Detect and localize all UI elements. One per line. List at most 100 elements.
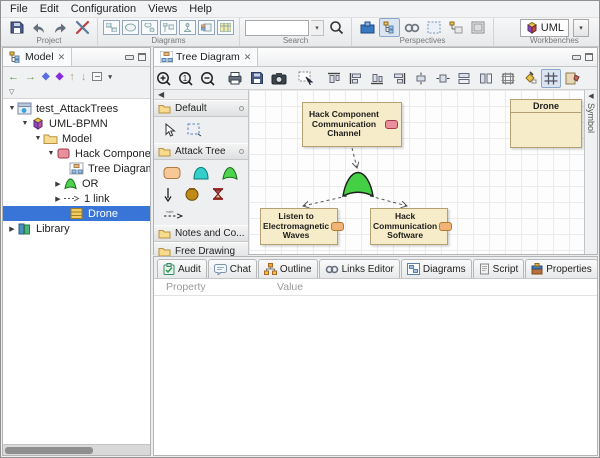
node-leaf-hack-software[interactable]: Hack Communication Software — [370, 208, 448, 245]
screenshot-icon[interactable] — [269, 69, 290, 88]
nav-back-icon[interactable]: ← — [8, 71, 19, 83]
align-bottom-icon[interactable] — [367, 69, 388, 88]
node-drone-block[interactable]: Drone — [510, 99, 582, 148]
workbench-selector[interactable]: UML — [520, 19, 569, 37]
new-statemachine-diagram-icon[interactable] — [179, 20, 196, 35]
tab-audit[interactable]: Audit — [157, 259, 207, 278]
arrow-link-tool[interactable] — [163, 187, 173, 202]
tree-item-library[interactable]: ▶ Library — [3, 221, 150, 236]
grid-toggle-icon[interactable] — [541, 69, 562, 88]
new-activity-diagram-icon[interactable] — [141, 20, 158, 35]
editor-maximize-icon[interactable] — [585, 53, 593, 61]
tree-item-tree-diagram[interactable]: Tree Diagram — [3, 161, 150, 176]
tree-item-model-folder[interactable]: ▼ Model — [3, 131, 150, 146]
print-icon[interactable] — [225, 69, 246, 88]
perspective-window-icon[interactable] — [468, 19, 488, 37]
perspective-project-icon[interactable] — [357, 19, 377, 37]
palette-collapse-bar[interactable]: ◀ — [154, 90, 248, 100]
menu-file[interactable]: File — [4, 2, 34, 16]
new-class-diagram-icon[interactable] — [103, 20, 120, 35]
search-icon[interactable] — [326, 19, 346, 37]
new-table-diagram-icon[interactable] — [217, 20, 234, 35]
diagram-canvas[interactable]: Hack Component Communication Channel Dro… — [249, 90, 584, 254]
properties-table-body[interactable] — [154, 296, 597, 455]
expander-icon[interactable]: ▼ — [33, 135, 43, 142]
dashed-link-tool[interactable]: «at» — [163, 209, 183, 219]
search-dropdown-icon[interactable]: ▾ — [311, 20, 324, 36]
perspective-outline-grid-icon[interactable] — [446, 19, 466, 37]
palette-section-attack-tree[interactable]: Attack Tree — [154, 143, 248, 160]
expander-icon[interactable]: ▶ — [53, 180, 63, 188]
node-root-attack[interactable]: Hack Component Communication Channel — [302, 102, 402, 147]
menu-configuration[interactable]: Configuration — [65, 2, 142, 16]
zoom-out-icon[interactable] — [198, 69, 219, 88]
align-top-icon[interactable] — [324, 69, 345, 88]
zoom-in-icon[interactable] — [154, 69, 175, 88]
undo-icon[interactable] — [28, 19, 48, 37]
save-diagram-icon[interactable] — [247, 69, 268, 88]
palette-section-default[interactable]: Default — [154, 100, 248, 117]
node-leaf-listen[interactable]: Listen to Electromagnetic Waves — [260, 208, 338, 245]
symbol-strip[interactable]: ◀ Symbol — [584, 90, 597, 254]
tab-model-close-icon[interactable]: ✕ — [58, 52, 66, 63]
palette-section-notes[interactable]: Notes and Co... — [154, 225, 248, 242]
tab-outline[interactable]: Outline — [258, 259, 318, 278]
selection-tool-icon[interactable] — [296, 69, 317, 88]
workbench-dropdown-icon[interactable]: ▾ — [573, 19, 589, 37]
tab-model[interactable]: Model ✕ — [3, 48, 72, 66]
section-pin-icon[interactable] — [239, 149, 244, 154]
or-gate-tool[interactable] — [221, 166, 239, 180]
perspective-links-icon[interactable] — [402, 19, 422, 37]
new-component-diagram-icon[interactable] — [198, 20, 215, 35]
sequence-node-tool[interactable] — [184, 187, 200, 202]
expander-icon[interactable]: ▶ — [7, 225, 17, 233]
minimize-icon[interactable] — [125, 55, 134, 60]
diagram-properties-icon[interactable] — [562, 69, 583, 88]
tab-links-editor[interactable]: Links Editor — [319, 259, 400, 278]
distribute-horizontal-icon[interactable] — [432, 69, 453, 88]
menu-help[interactable]: Help — [183, 2, 218, 16]
collapse-all-icon[interactable] — [92, 72, 102, 81]
tab-chat[interactable]: Chat — [208, 259, 257, 278]
tab-properties[interactable]: Properties — [525, 259, 598, 278]
align-right-icon[interactable] — [389, 69, 410, 88]
collapse-left-icon[interactable]: ◀ — [158, 90, 164, 99]
tab-tree-diagram-close-icon[interactable]: ✕ — [244, 52, 252, 63]
view-menu-icon[interactable]: ▾ — [108, 73, 112, 81]
node-or-gate[interactable] — [340, 170, 376, 198]
tab-script[interactable]: Script — [473, 259, 525, 278]
collapse-left-icon[interactable]: ◀ — [588, 92, 593, 100]
nav-down-icon[interactable]: ↓ — [81, 71, 87, 83]
expander-icon[interactable]: ▼ — [20, 120, 30, 127]
expander-icon[interactable]: ▶ — [53, 195, 63, 203]
distribute-vertical-icon[interactable] — [410, 69, 431, 88]
tree-item-drone[interactable]: Drone — [3, 206, 150, 221]
menu-views[interactable]: Views — [142, 2, 183, 16]
nav-forward-icon[interactable]: → — [25, 71, 36, 83]
new-sequence-diagram-icon[interactable] — [160, 20, 177, 35]
nav-up-icon[interactable]: ↑ — [69, 71, 75, 83]
perspective-model-tree-icon[interactable] — [379, 18, 400, 37]
same-width-icon[interactable] — [454, 69, 475, 88]
nav-prev-diagram-icon[interactable]: ◆ — [42, 71, 50, 82]
and-gate-tool[interactable] — [192, 166, 210, 180]
search-input[interactable] — [245, 20, 309, 36]
timer-node-tool[interactable] — [211, 187, 225, 202]
tree-item-hack-component[interactable]: ▼ Hack Component Communication Channel — [3, 146, 150, 161]
tree-item-links[interactable]: ▶ 1 link — [3, 191, 150, 206]
attack-node-tool[interactable] — [163, 166, 181, 180]
marquee-tool[interactable] — [187, 123, 202, 137]
same-height-icon[interactable] — [476, 69, 497, 88]
new-usecase-diagram-icon[interactable] — [122, 20, 139, 35]
zoom-reset-icon[interactable]: 1 — [176, 69, 197, 88]
tree-item-project[interactable]: ▼ test_AttackTrees — [3, 101, 150, 116]
settings-tools-icon[interactable] — [72, 19, 92, 37]
maximize-icon[interactable] — [138, 53, 146, 61]
editor-minimize-icon[interactable] — [572, 55, 581, 60]
menu-edit[interactable]: Edit — [34, 2, 65, 16]
pointer-tool[interactable] — [163, 123, 176, 137]
expander-icon[interactable]: ▼ — [46, 150, 56, 157]
horizontal-scrollbar[interactable] — [3, 444, 150, 455]
redo-icon[interactable] — [50, 19, 70, 37]
perspective-canvas-icon[interactable] — [424, 19, 444, 37]
